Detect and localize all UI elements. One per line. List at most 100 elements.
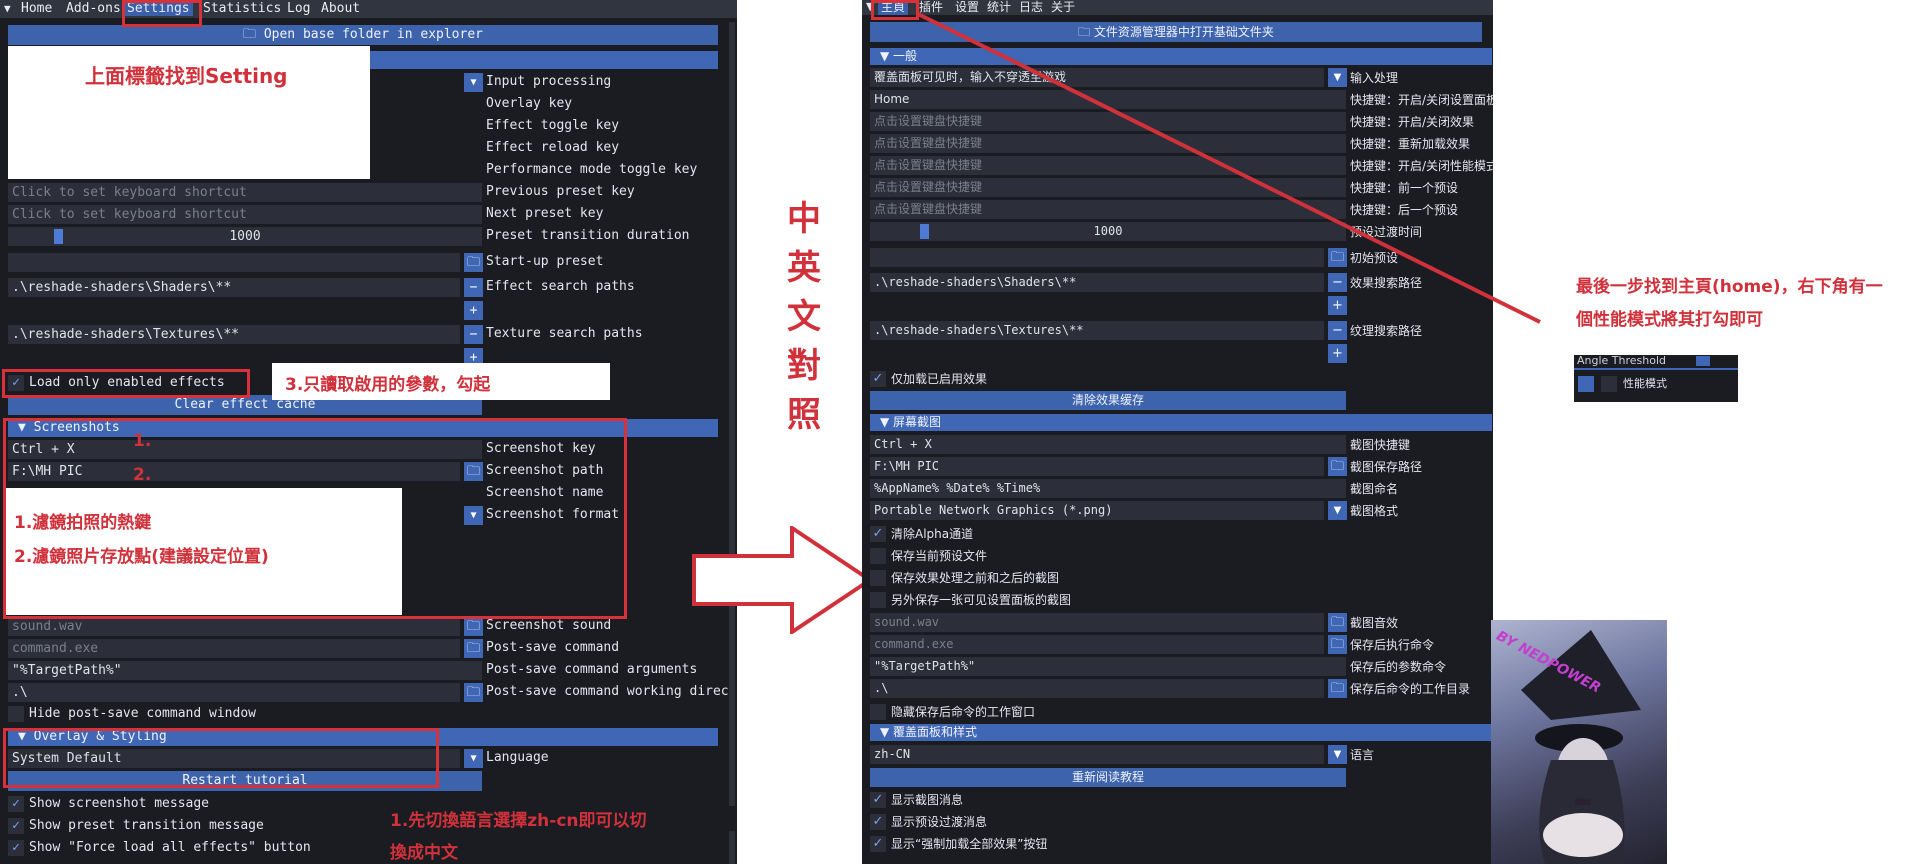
transition-duration-label: Preset transition duration <box>486 228 690 243</box>
effect-toggle-key-label: Effect toggle key <box>486 118 620 133</box>
transition-label-zh: 预设过渡时间 <box>1350 225 1423 239</box>
folder-icon[interactable]: 🗀 <box>464 617 483 636</box>
folder-icon[interactable]: 🗀 <box>1328 457 1347 476</box>
hide-window-checkbox-zh[interactable] <box>870 704 886 720</box>
tab-statistics[interactable]: Statistics <box>200 2 284 16</box>
folder-icon[interactable]: 🗀 <box>1328 635 1347 654</box>
screenshot-format-field-zh[interactable]: Portable Network Graphics (*.png) <box>870 501 1324 520</box>
effect-path-field[interactable]: .\reshade-shaders\Shaders\** <box>8 278 460 297</box>
tab-about[interactable]: About <box>318 2 363 16</box>
checkmark-icon[interactable]: ✓ <box>8 818 24 834</box>
open-folder-button-zh[interactable]: 🗀 文件资源管理器中打开基础文件夹 <box>870 22 1482 42</box>
startup-preset-field-zh[interactable] <box>870 248 1324 267</box>
toggle-effects-field[interactable]: 点击设置键盘快捷键 <box>870 112 1346 131</box>
minus-icon[interactable]: − <box>464 325 483 344</box>
perf-mode-key-label: 快捷键：开启/关闭性能模式 <box>1350 159 1493 173</box>
folder-icon[interactable]: 🗀 <box>1328 613 1347 632</box>
tab-log-zh[interactable]: 日志 <box>1016 0 1046 14</box>
minus-icon[interactable]: − <box>464 278 483 297</box>
post-save-workdir-field[interactable]: .\ <box>8 683 460 702</box>
checkmark-icon[interactable]: ✓ <box>8 796 24 812</box>
dropdown-arrow-icon[interactable]: ▼ <box>1328 68 1347 87</box>
reset-icon[interactable] <box>1696 356 1710 366</box>
save-overlay-checkbox[interactable] <box>870 592 886 608</box>
plus-icon[interactable]: + <box>1328 296 1347 315</box>
dropdown-arrow-icon[interactable]: ▼ <box>1328 501 1347 520</box>
texture-path-field-zh[interactable]: .\reshade-shaders\Textures\** <box>870 321 1324 340</box>
plus-icon[interactable]: + <box>1328 344 1347 363</box>
tab-home[interactable]: Home <box>18 2 55 16</box>
minus-icon[interactable]: − <box>1328 273 1347 292</box>
restart-tutorial-button-zh[interactable]: 重新阅读教程 <box>870 768 1346 787</box>
dropdown-arrow-icon[interactable]: ▼ <box>464 73 483 92</box>
overlay-key-field-zh[interactable]: Home <box>870 90 1346 109</box>
sound-field[interactable]: sound.wav <box>8 617 460 636</box>
plus-icon[interactable]: + <box>464 301 483 320</box>
folder-icon[interactable]: 🗀 <box>464 253 483 272</box>
tab-add-ons[interactable]: Add-ons <box>63 2 124 16</box>
screenshot-key-field-zh[interactable]: Ctrl + X <box>870 435 1346 454</box>
hide-window-checkbox[interactable] <box>8 706 24 722</box>
folder-icon[interactable]: 🗀 <box>464 639 483 658</box>
compare-char: 英 <box>787 248 821 288</box>
transition-duration-slider[interactable]: 1000 <box>8 227 482 246</box>
screenshot-section-header-zh[interactable]: ▼ 屏幕截图 <box>870 414 1492 431</box>
dropdown-arrow-icon[interactable]: ▼ <box>1328 745 1347 764</box>
reload-effects-field[interactable]: 点击设置键盘快捷键 <box>870 134 1346 153</box>
checkmark-icon[interactable]: ✓ <box>870 792 886 808</box>
clear-cache-button-zh[interactable]: 清除效果缓存 <box>870 391 1346 410</box>
folder-icon[interactable]: 🗀 <box>1328 248 1347 267</box>
overlay-section-header-zh[interactable]: ▼ 覆盖面板和样式 <box>870 724 1492 741</box>
slider-grab-handle[interactable] <box>920 224 929 239</box>
general-section-header-zh[interactable]: ▼ 一般 <box>870 48 1492 65</box>
screenshot-name-label-zh: 截图命名 <box>1350 482 1399 496</box>
dropdown-arrow-icon[interactable]: ▼ <box>464 749 483 768</box>
window-collapse-icon[interactable]: ▼ <box>4 2 11 15</box>
open-folder-button[interactable]: 🗀 Open base folder in explorer <box>8 25 718 45</box>
checkmark-icon[interactable]: ✓ <box>870 371 886 387</box>
post-save-workdir-field-zh[interactable]: .\ <box>870 679 1324 698</box>
tab-about-zh[interactable]: 关于 <box>1048 0 1078 14</box>
tab-settings-zh[interactable]: 设置 <box>952 0 982 14</box>
texture-path-field[interactable]: .\reshade-shaders\Textures\** <box>8 325 460 344</box>
post-save-args-field-zh[interactable]: "%TargetPath%" <box>870 657 1346 676</box>
perf-mode-checkbox[interactable] <box>1578 376 1594 392</box>
language-field-zh[interactable]: zh-CN <box>870 745 1324 764</box>
prev-preset-key-field[interactable]: Click to set keyboard shortcut <box>8 183 482 202</box>
folder-icon[interactable]: 🗀 <box>1328 679 1347 698</box>
post-save-args-field[interactable]: "%TargetPath%" <box>8 661 482 680</box>
open-folder-label-zh: 文件资源管理器中打开基础文件夹 <box>1093 25 1274 39</box>
checkmark-icon[interactable]: ✓ <box>870 836 886 852</box>
checkmark-icon[interactable]: ✓ <box>8 840 24 856</box>
prev-preset-field-zh[interactable]: 点击设置键盘快捷键 <box>870 178 1346 197</box>
effect-path-field-zh[interactable]: .\reshade-shaders\Shaders\** <box>870 273 1324 292</box>
screenshot-name-field-zh[interactable]: %AppName% %Date% %Time% <box>870 479 1346 498</box>
post-save-command-field-zh[interactable]: command.exe <box>870 635 1324 654</box>
post-save-command-field[interactable]: command.exe <box>8 639 460 658</box>
tab-add-ons-zh[interactable]: 插件 <box>916 0 946 14</box>
screenshot-path-field-zh[interactable]: F:\MH PIC <box>870 457 1324 476</box>
tab-log[interactable]: Log <box>284 2 313 16</box>
checkmark-icon[interactable]: ✓ <box>870 526 886 542</box>
perf-mode-key-field[interactable]: 点击设置键盘快捷键 <box>870 156 1346 175</box>
perf-mode-checkbox-box[interactable] <box>1601 376 1617 392</box>
scrollbar[interactable] <box>729 22 735 864</box>
save-preset-checkbox[interactable] <box>870 548 886 564</box>
next-preset-field-zh[interactable]: 点击设置键盘快捷键 <box>870 200 1346 219</box>
save-before-after-checkbox[interactable] <box>870 570 886 586</box>
next-preset-key-field[interactable]: Click to set keyboard shortcut <box>8 205 482 224</box>
tab-statistics-zh[interactable]: 统计 <box>984 0 1014 14</box>
transition-slider-zh[interactable]: 1000 <box>870 222 1346 241</box>
sound-field-zh[interactable]: sound.wav <box>870 613 1324 632</box>
checkmark-icon[interactable]: ✓ <box>870 814 886 830</box>
overlay-input-field[interactable]: 覆盖面板可见时，输入不穿透至游戏 <box>870 68 1324 87</box>
folder-icon[interactable]: 🗀 <box>464 683 483 702</box>
slider-grab-handle[interactable] <box>54 229 63 244</box>
compare-char: 對 <box>787 346 821 386</box>
minus-icon[interactable]: − <box>1328 321 1347 340</box>
show-screenshot-msg-label: Show screenshot message <box>29 796 210 811</box>
language-label: Language <box>486 750 549 765</box>
perf-mode-snippet: Angle Threshold 性能模式 <box>1574 355 1738 402</box>
compare-char: 文 <box>787 297 821 337</box>
startup-preset-field[interactable] <box>8 253 460 272</box>
